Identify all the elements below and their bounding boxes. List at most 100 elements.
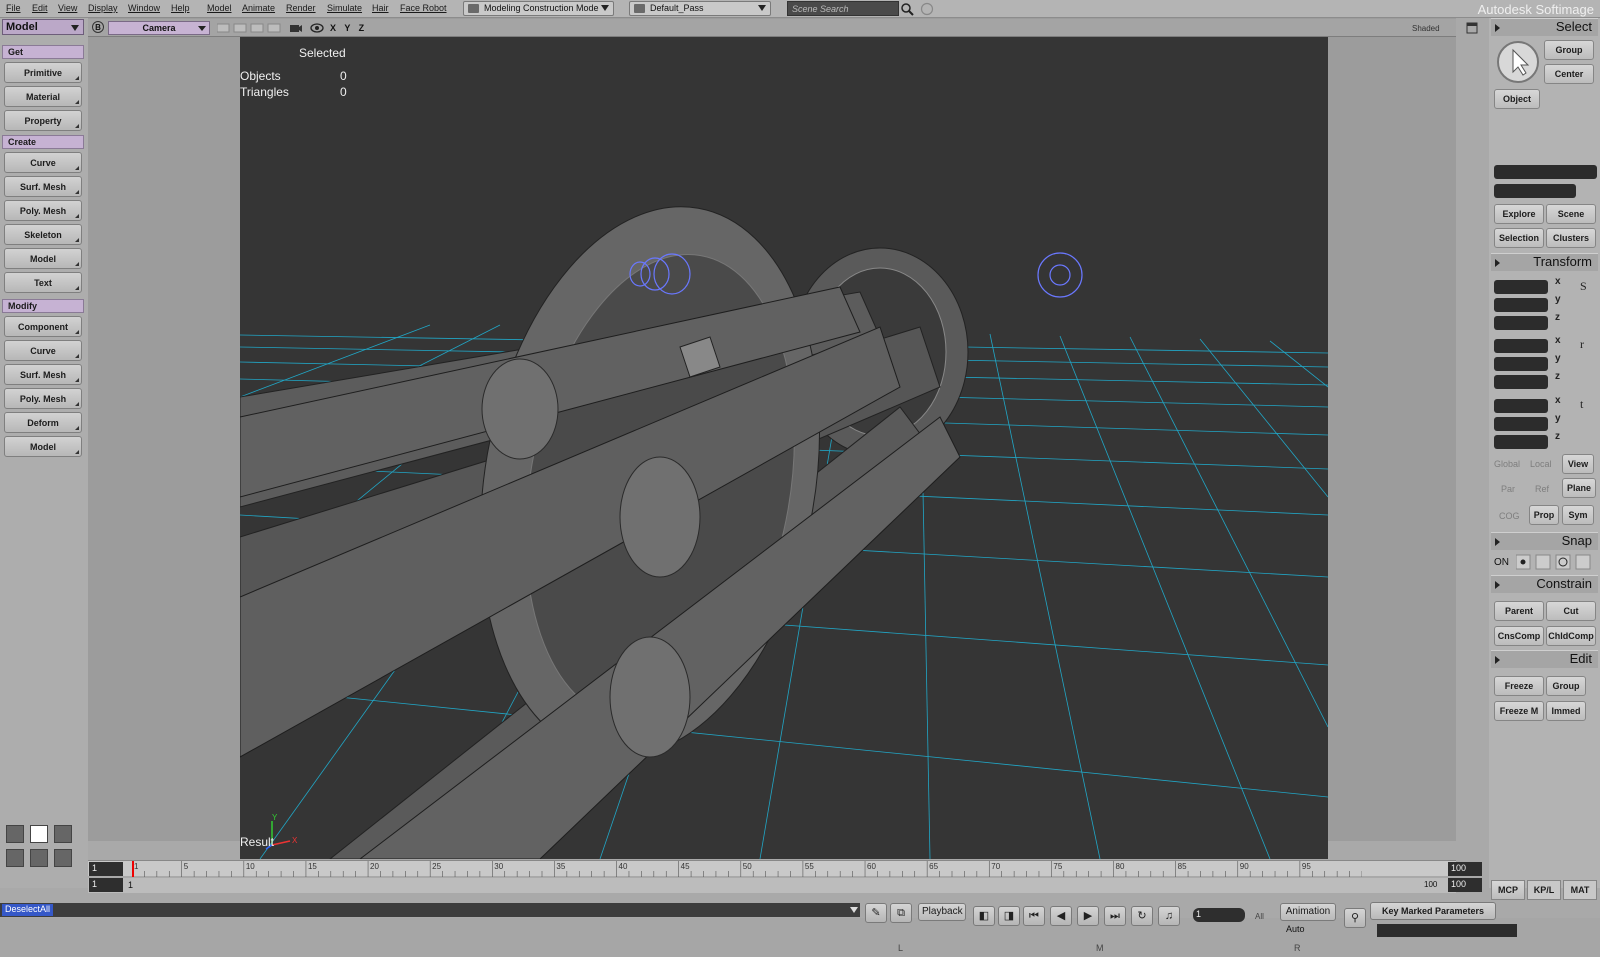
translate-y-field[interactable] xyxy=(1494,417,1548,431)
menu-file[interactable]: File xyxy=(6,3,21,13)
create-skeleton-button[interactable]: Skeleton xyxy=(4,224,82,245)
modify-curve-button[interactable]: Curve xyxy=(4,340,82,361)
menu-render[interactable]: Render xyxy=(286,3,316,13)
layout-grid-icon[interactable] xyxy=(54,825,72,843)
snap-on-toggle[interactable]: ON xyxy=(1494,557,1509,568)
menu-edit[interactable]: Edit xyxy=(32,3,48,13)
chldcomp-button[interactable]: ChldComp xyxy=(1546,626,1596,646)
selection-filter-field[interactable] xyxy=(1494,184,1576,198)
key-icon[interactable]: ⚲ xyxy=(1344,908,1366,928)
first-frame-icon[interactable]: ⏮ xyxy=(1023,906,1045,926)
selection-button[interactable]: Selection xyxy=(1494,228,1544,248)
selection-name-field[interactable] xyxy=(1494,165,1597,179)
viewport-axes[interactable]: X Y Z xyxy=(330,23,367,33)
select-section-header[interactable]: Select xyxy=(1491,18,1598,36)
get-primitive-button[interactable]: Primitive xyxy=(4,62,82,83)
command-line[interactable] xyxy=(0,903,860,917)
maximize-icon[interactable] xyxy=(1466,22,1478,34)
create-text-button[interactable]: Text xyxy=(4,272,82,293)
scripting-icon[interactable]: ✎ xyxy=(865,903,887,923)
audio-icon[interactable]: ♫ xyxy=(1158,906,1180,926)
menu-face-robot[interactable]: Face Robot xyxy=(400,3,447,13)
menu-hair[interactable]: Hair xyxy=(372,3,389,13)
menu-window[interactable]: Window xyxy=(128,3,160,13)
3d-viewport[interactable]: Selected Objects 0 Triangles 0 Y X Result xyxy=(240,37,1328,859)
layout-side-icon[interactable] xyxy=(30,849,48,867)
select-object-button[interactable]: Object xyxy=(1494,89,1540,109)
clear-search-icon[interactable] xyxy=(920,2,934,16)
viewport-memo-icons[interactable] xyxy=(217,23,283,33)
select-arrow-icon[interactable] xyxy=(1496,40,1540,84)
modify-poly-mesh-button[interactable]: Poly. Mesh xyxy=(4,388,82,409)
ref-toggle[interactable]: Ref xyxy=(1535,484,1549,494)
scale-icon[interactable]: S xyxy=(1578,278,1592,292)
play-backward-icon[interactable]: ◀ xyxy=(1050,906,1072,926)
view-toggle[interactable]: View xyxy=(1562,454,1594,474)
next-key-icon[interactable]: ◨ xyxy=(998,906,1020,926)
construction-mode-select[interactable]: Modeling Construction Mode xyxy=(463,1,614,16)
get-material-button[interactable]: Material xyxy=(4,86,82,107)
key-marked-parameters-button[interactable]: Key Marked Parameters xyxy=(1370,902,1496,920)
sym-button[interactable]: Sym xyxy=(1562,505,1594,525)
tab-mcp[interactable]: MCP xyxy=(1491,880,1525,900)
rotate-x-field[interactable] xyxy=(1494,339,1548,353)
cut-button[interactable]: Cut xyxy=(1546,601,1596,621)
playback-menu-button[interactable]: Playback xyxy=(918,903,966,921)
translate-z-field[interactable] xyxy=(1494,435,1548,449)
prop-button[interactable]: Prop xyxy=(1529,505,1559,525)
scene-search-input[interactable]: Scene Search xyxy=(787,1,899,16)
global-toggle[interactable]: Global xyxy=(1494,459,1520,469)
viewport-letter[interactable]: B xyxy=(92,21,104,33)
lock-icon[interactable]: ⧉ xyxy=(890,903,912,923)
create-poly-mesh-button[interactable]: Poly. Mesh xyxy=(4,200,82,221)
snap-section-header[interactable]: Snap xyxy=(1491,532,1598,550)
scale-z-field[interactable] xyxy=(1494,316,1548,330)
freeze-button[interactable]: Freeze xyxy=(1494,676,1544,696)
camera-select[interactable]: Camera xyxy=(108,21,210,35)
display-mode[interactable]: Shaded xyxy=(1412,24,1440,33)
timeline-bar[interactable]: 1 1 5 10 15 20 25 30 35 40 45 50 55 60 65 70 75 80 85 90 95… xyxy=(88,860,1482,877)
module-select[interactable]: Model xyxy=(2,19,84,35)
menu-help[interactable]: Help xyxy=(171,3,190,13)
all-toggle[interactable]: All xyxy=(1255,912,1264,921)
timeline-ruler[interactable]: 1 5 10 15 20 25 30 35 40 45 50 55 60 65 70 75 80 85 90 95 xyxy=(132,861,1362,877)
scene-button[interactable]: Scene xyxy=(1546,204,1596,224)
get-property-button[interactable]: Property xyxy=(4,110,82,131)
animation-layer-field[interactable] xyxy=(1377,924,1517,937)
timeline-start-field[interactable]: 1 xyxy=(89,862,123,876)
modify-model-button[interactable]: Model xyxy=(4,436,82,457)
rotate-icon[interactable]: r xyxy=(1578,336,1592,350)
create-curve-button[interactable]: Curve xyxy=(4,152,82,173)
menu-animate[interactable]: Animate xyxy=(242,3,275,13)
scale-x-field[interactable] xyxy=(1494,280,1548,294)
modify-surf-mesh-button[interactable]: Surf. Mesh xyxy=(4,364,82,385)
clusters-button[interactable]: Clusters xyxy=(1546,228,1596,248)
edit-group-button[interactable]: Group xyxy=(1546,676,1586,696)
local-toggle[interactable]: Local xyxy=(1530,459,1552,469)
snap-mode-icons[interactable] xyxy=(1516,554,1596,570)
parent-button[interactable]: Parent xyxy=(1494,601,1544,621)
range-start-field[interactable]: 1 xyxy=(89,878,123,892)
layout-top-icon[interactable] xyxy=(6,849,24,867)
search-icon[interactable] xyxy=(900,2,914,16)
current-frame-field[interactable]: 1 xyxy=(1193,908,1245,922)
immed-button[interactable]: Immed xyxy=(1546,701,1586,721)
select-center-button[interactable]: Center xyxy=(1544,64,1594,84)
modify-deform-button[interactable]: Deform xyxy=(4,412,82,433)
plane-toggle[interactable]: Plane xyxy=(1562,478,1596,498)
menu-view[interactable]: View xyxy=(58,3,77,13)
camera-icon[interactable] xyxy=(289,22,303,34)
render-pass-select[interactable]: Default_Pass xyxy=(629,1,771,16)
modify-component-button[interactable]: Component xyxy=(4,316,82,337)
layout-split-icon[interactable] xyxy=(30,825,48,843)
create-model-button[interactable]: Model xyxy=(4,248,82,269)
layout-bottom-icon[interactable] xyxy=(54,849,72,867)
menu-simulate[interactable]: Simulate xyxy=(327,3,362,13)
rotate-z-field[interactable] xyxy=(1494,375,1548,389)
select-group-button[interactable]: Group xyxy=(1544,40,1594,60)
edit-section-header[interactable]: Edit xyxy=(1491,650,1598,668)
eye-icon[interactable] xyxy=(310,22,324,34)
tab-mat[interactable]: MAT xyxy=(1563,880,1597,900)
menu-model[interactable]: Model xyxy=(207,3,232,13)
par-toggle[interactable]: Par xyxy=(1501,484,1515,494)
